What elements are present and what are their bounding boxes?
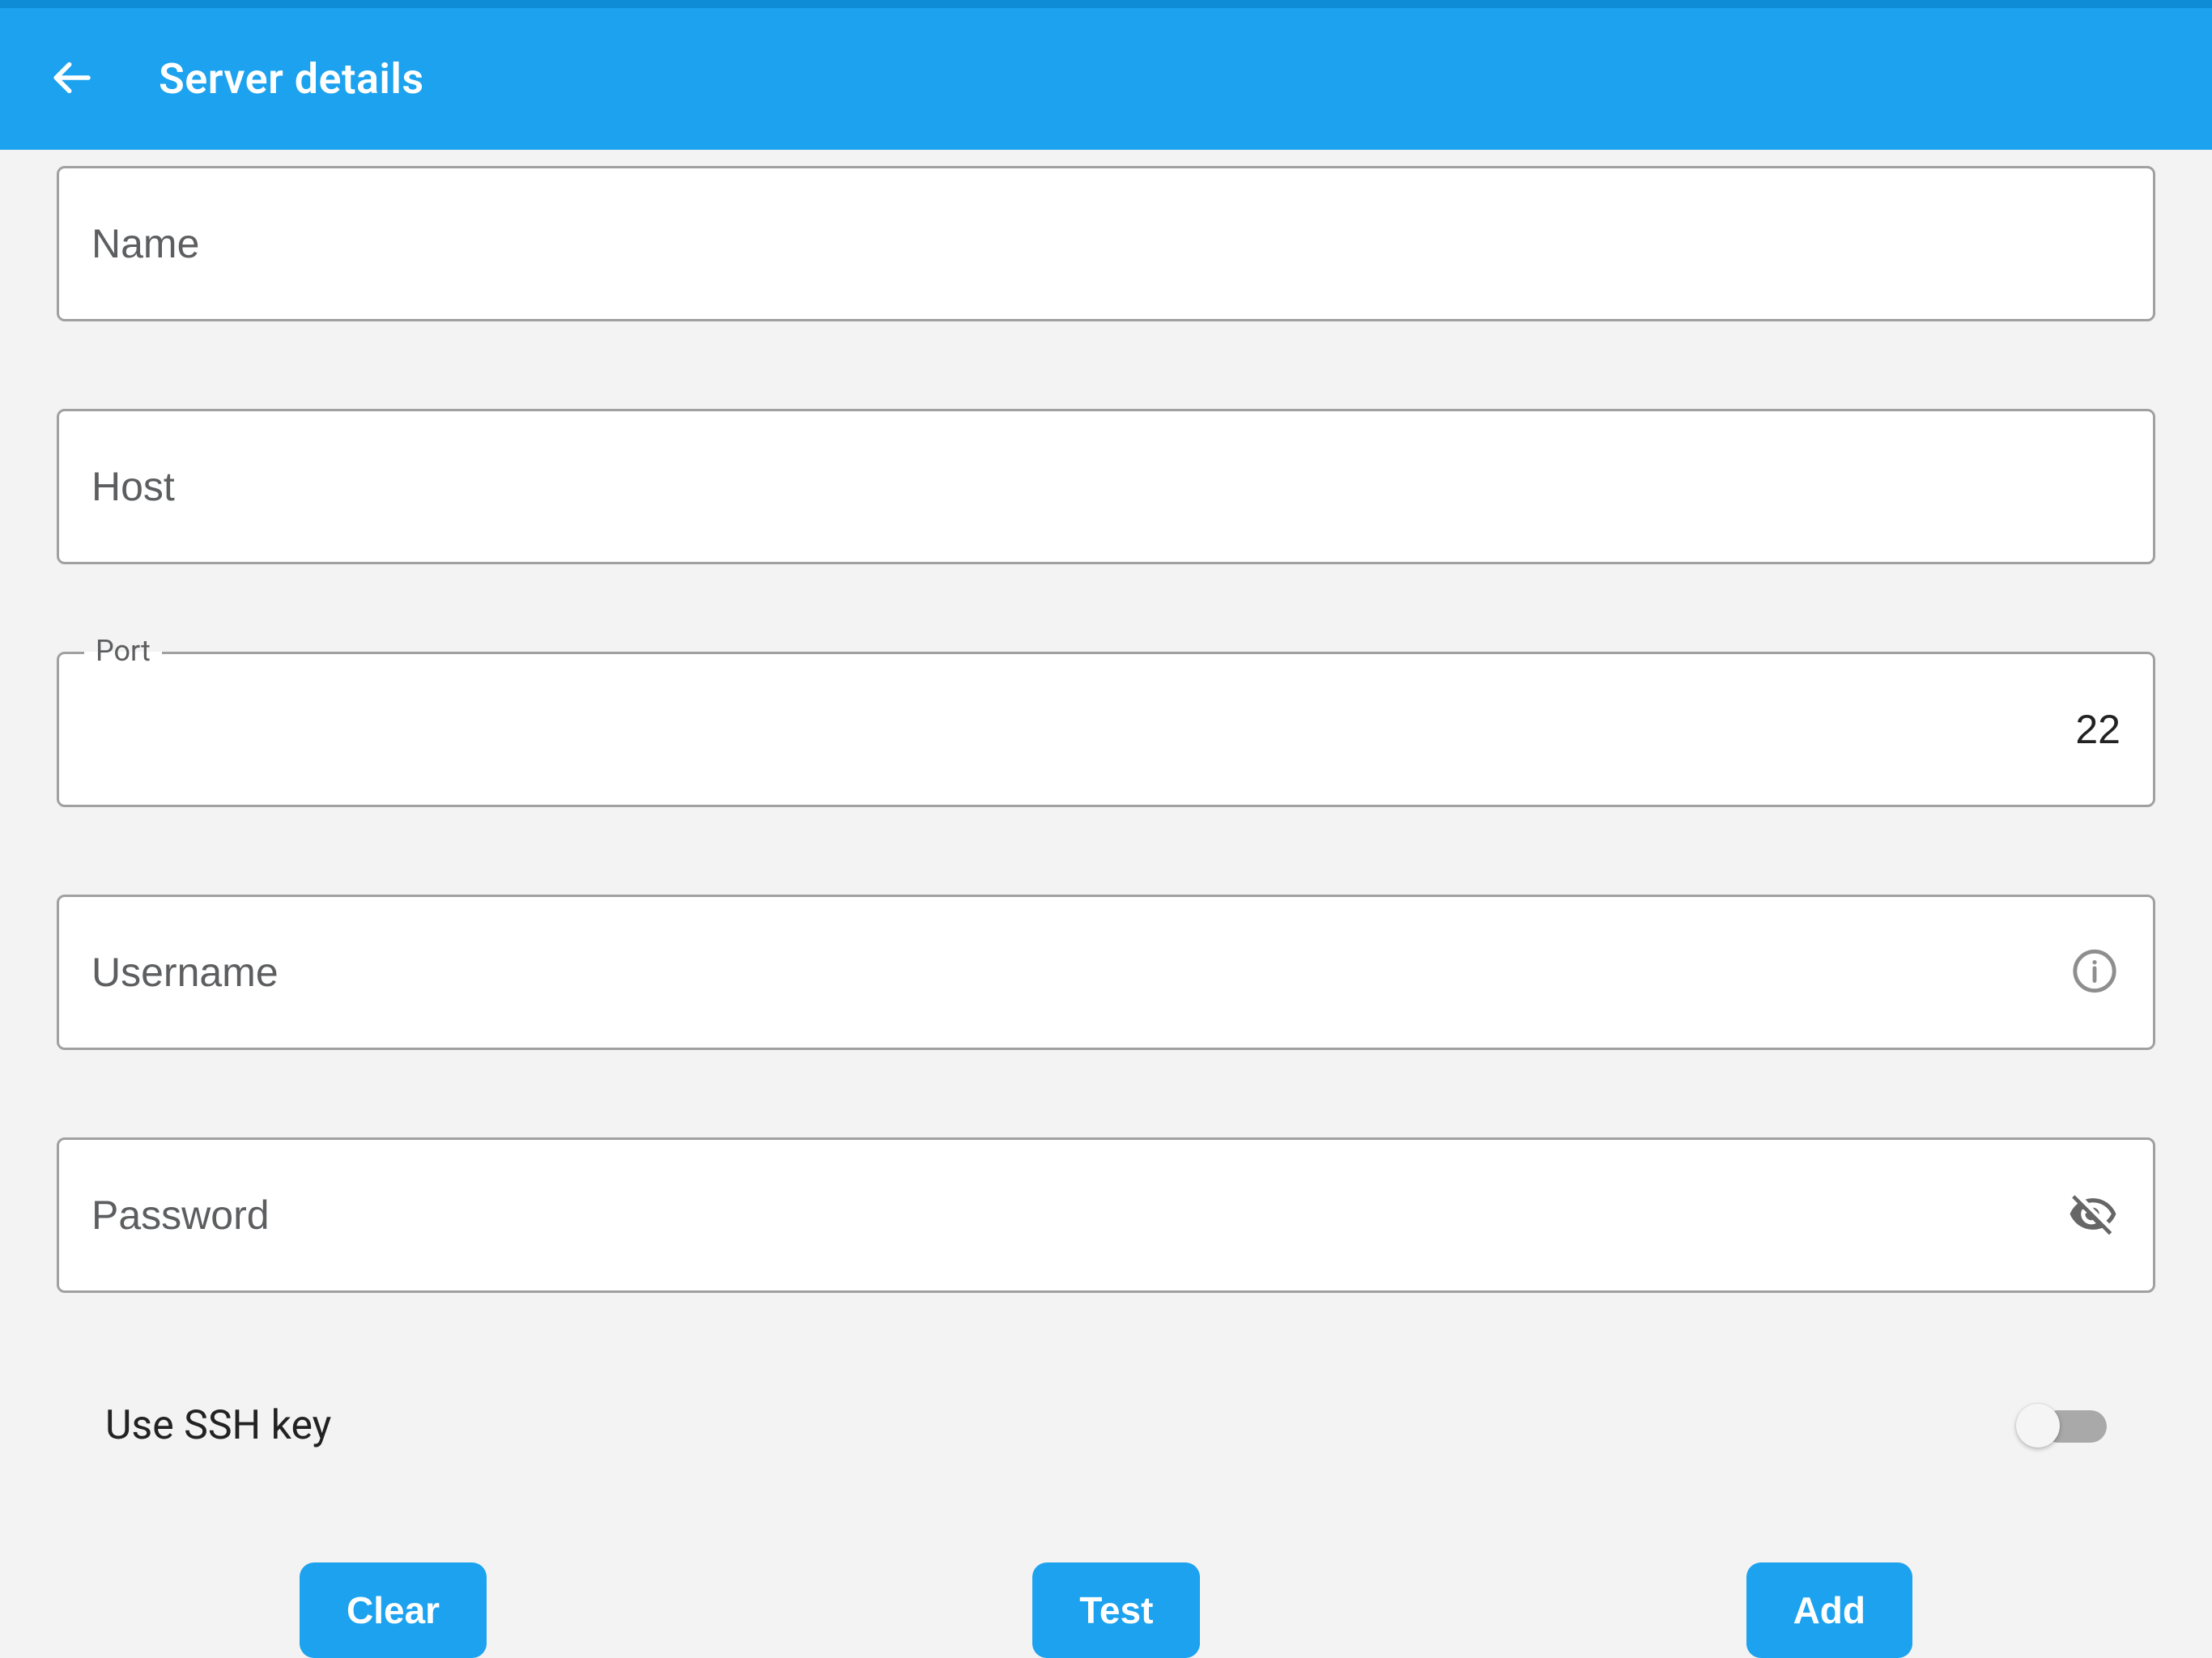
username-field-wrap [57,895,2155,1050]
ssh-key-row: Use SSH key [57,1402,2155,1449]
port-input[interactable] [57,652,2155,807]
username-input[interactable] [57,895,2155,1050]
password-field-wrap [57,1137,2155,1293]
name-input[interactable] [57,166,2155,321]
switch-thumb [2016,1404,2060,1448]
toggle-password-visibility-button[interactable] [2061,1183,2125,1248]
add-button[interactable]: Add [1746,1562,1912,1658]
host-field-wrap [57,409,2155,564]
clear-button[interactable]: Clear [300,1562,487,1658]
info-icon [2071,948,2118,997]
action-buttons: Clear Test Add [57,1562,2155,1658]
app-bar: Server details [0,0,2212,150]
name-field-wrap [57,166,2155,321]
password-input[interactable] [57,1137,2155,1293]
test-button[interactable]: Test [1032,1562,1200,1658]
port-label: Port [84,634,162,668]
host-input[interactable] [57,409,2155,564]
visibility-off-icon [2068,1189,2118,1242]
page-title: Server details [159,54,424,104]
back-button[interactable] [40,47,102,111]
ssh-key-label: Use SSH key [105,1402,331,1449]
username-info-button[interactable] [2065,942,2125,1004]
arrow-back-icon [49,55,94,103]
port-field-wrap: Port [57,652,2155,807]
ssh-key-toggle[interactable] [2016,1404,2107,1448]
server-form: Port Use SSH key [0,150,2212,1658]
